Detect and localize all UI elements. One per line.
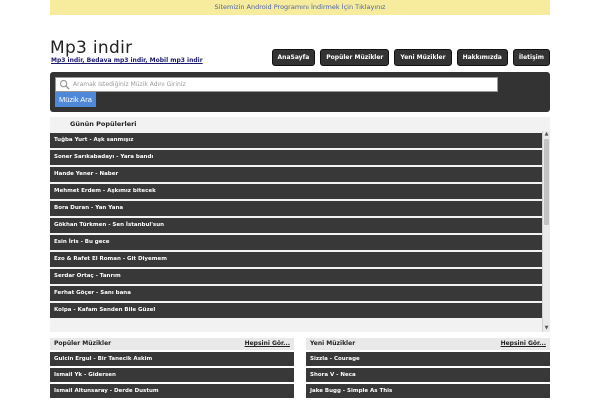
- new-music-header: Yeni Müzikler Hepsini Gör...: [306, 338, 550, 350]
- nav-popular-button[interactable]: Popüler Müzikler: [320, 49, 390, 66]
- list-item[interactable]: Sizzla - Courage: [306, 352, 550, 366]
- search-icon: [59, 79, 70, 90]
- search-button[interactable]: Müzik Ara: [55, 92, 96, 107]
- song-row[interactable]: Bora Duran - Yan Yana: [50, 201, 542, 216]
- song-row[interactable]: Ferhat Göçer - Sanı bana: [50, 286, 542, 301]
- list-item[interactable]: Ismail Altunsaray - Derde Dustum: [50, 384, 294, 398]
- song-row[interactable]: Ezo & Rafet El Roman - Git Diyemem: [50, 252, 542, 267]
- song-row[interactable]: Serdar Ortaç - Tanrım: [50, 269, 542, 284]
- song-row[interactable]: Tuğba Yurt - Aşk sanmışız: [50, 133, 542, 148]
- song-row[interactable]: Hande Yener - Naber: [50, 167, 542, 182]
- scroll-up-arrow-icon[interactable]: ▲: [543, 131, 550, 138]
- nav-about-button[interactable]: Hakkımızda: [456, 49, 508, 66]
- site-logo[interactable]: Mp3 indir: [50, 38, 132, 58]
- popular-music-title: Popüler Müzikler: [54, 340, 112, 347]
- list-item[interactable]: Jake Bugg - Simple As This: [306, 384, 550, 398]
- scroll-down-arrow-icon[interactable]: ▼: [543, 325, 550, 332]
- site-tagline[interactable]: Mp3 indir, Bedava mp3 indir, Mobil mp3 i…: [51, 57, 203, 64]
- search-panel: [50, 72, 550, 112]
- new-see-all-link[interactable]: Hepsini Gör...: [501, 338, 546, 350]
- daily-popular-list: Tuğba Yurt - Aşk sanmışız Soner Sarıkaba…: [50, 133, 542, 331]
- nav-new-button[interactable]: Yeni Müzikler: [394, 49, 452, 66]
- nav-home-button[interactable]: AnaSayfa: [271, 49, 316, 66]
- nav-contact-button[interactable]: İletişim: [512, 49, 550, 66]
- search-input[interactable]: [73, 78, 493, 90]
- search-field[interactable]: [55, 77, 498, 92]
- song-row[interactable]: Kolpa - Kafam Senden Bile Güzel: [50, 303, 542, 318]
- popular-music-header: Popüler Müzikler Hepsini Gör...: [50, 338, 294, 350]
- new-music-panel: Yeni Müzikler Hepsini Gör... Sizzla - Co…: [306, 338, 550, 400]
- popular-music-panel: Popüler Müzikler Hepsini Gör... Gulcin E…: [50, 338, 294, 400]
- list-item[interactable]: Shora V - Neca: [306, 368, 550, 382]
- list-item[interactable]: Ismail Yk - Gidersen: [50, 368, 294, 382]
- banner-text[interactable]: Sitemizin Android Programını İndirmek İç…: [215, 3, 386, 11]
- list-item[interactable]: Gulcin Ergul - Bir Tanecik Askim: [50, 352, 294, 366]
- popular-see-all-link[interactable]: Hepsini Gör...: [245, 338, 290, 350]
- daily-popular-panel: Günün Popülerleri Tuğba Yurt - Aşk sanmı…: [50, 117, 550, 332]
- song-row[interactable]: Soner Sarıkabadayı - Yara bandı: [50, 150, 542, 165]
- song-row[interactable]: Gökhan Türkmen - Sen İstanbul'sun: [50, 218, 542, 233]
- main-nav: AnaSayfa Popüler Müzikler Yeni Müzikler …: [271, 49, 550, 66]
- android-app-banner[interactable]: Sitemizin Android Programını İndirmek İç…: [50, 0, 550, 15]
- scroll-thumb[interactable]: [544, 139, 549, 225]
- song-row[interactable]: Esin İris - Bu gece: [50, 235, 542, 250]
- daily-list-scrollbar[interactable]: ▲ ▼: [542, 131, 550, 332]
- daily-popular-title: Günün Popülerleri: [70, 120, 137, 128]
- song-row[interactable]: Mehmet Erdem - Aşkımız bitecek: [50, 184, 542, 199]
- new-music-title: Yeni Müzikler: [310, 340, 356, 347]
